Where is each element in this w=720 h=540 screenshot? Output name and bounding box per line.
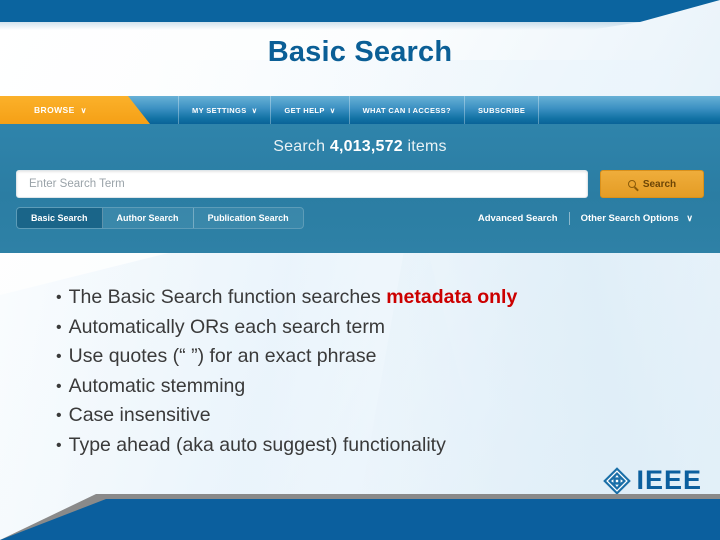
bullet-dot: •: [56, 289, 62, 306]
bullet-dot: •: [56, 407, 62, 424]
list-item-text: Type ahead (aka auto suggest) functional…: [68, 433, 446, 456]
nav-item-my-settings[interactable]: MY SETTINGS ∨: [178, 96, 270, 124]
magnifier-icon: [627, 180, 636, 188]
nav-item-subscribe[interactable]: SUBSCRIBE: [463, 96, 540, 124]
tab-publication-search-label: Publication Search: [207, 213, 289, 223]
bullet-list: • The Basic Search function searches meta…: [56, 283, 676, 460]
list-item-text: The Basic Search function searches: [68, 286, 387, 308]
chevron-down-icon: ∨: [329, 105, 336, 115]
search-secondary-links: Advanced Search Other Search Options ∨: [467, 211, 704, 225]
search-button[interactable]: Search: [600, 170, 704, 198]
tab-basic-search[interactable]: Basic Search: [17, 208, 103, 228]
nav-item-get-help-label: GET HELP: [284, 105, 325, 115]
bullet-dot: •: [56, 348, 62, 365]
chevron-down-icon: ∨: [686, 212, 693, 223]
bullet-dot: •: [56, 377, 62, 395]
tab-basic-search-label: Basic Search: [31, 213, 88, 223]
list-item-text: Automatically ORs each search term: [68, 315, 386, 338]
search-item-count: 4,013,572: [329, 138, 403, 155]
bullet-dot: •: [56, 436, 62, 454]
ieee-wordmark: IEEE: [636, 465, 702, 495]
search-hero-panel: Search 4,013,572 items Enter Search Term…: [0, 124, 720, 253]
other-search-options-label: Other Search Options: [580, 212, 679, 224]
nav-item-my-settings-label: MY SETTINGS: [192, 105, 247, 115]
list-item: • The Basic Search function searches meta…: [56, 283, 676, 313]
footer-blue-band: [0, 499, 720, 540]
nav-item-list: MY SETTINGS ∨ GET HELP ∨ WHAT CAN I ACCE…: [178, 96, 540, 124]
search-button-label: Search: [642, 178, 677, 190]
chevron-down-icon: ∨: [80, 105, 87, 115]
list-item-text: Case insensitive: [68, 404, 211, 426]
nav-item-get-help[interactable]: GET HELP ∨: [270, 96, 348, 124]
list-item-highlight: metadata only: [386, 286, 518, 308]
nav-item-what-can-i-access-label: WHAT CAN I ACCESS?: [362, 105, 451, 115]
list-item: • Use quotes (“ ”) for an exact phrase: [56, 342, 676, 372]
primary-navbar: BROWSE ∨ MY SETTINGS ∨ GET HELP ∨ WHAT C…: [0, 96, 720, 124]
tab-publication-search[interactable]: Publication Search: [194, 208, 303, 228]
list-item: • Automatic stemming: [56, 372, 676, 402]
xplore-app-screenshot: BROWSE ∨ MY SETTINGS ∨ GET HELP ∨ WHAT C…: [0, 96, 720, 253]
search-count-heading: Search 4,013,572 items: [0, 138, 720, 156]
search-input-placeholder: Enter Search Term: [29, 178, 125, 190]
nav-item-browse[interactable]: BROWSE ∨: [0, 96, 150, 124]
bullet-dot: •: [56, 318, 62, 336]
top-band-shadow: [0, 22, 640, 30]
chevron-down-icon: ∨: [251, 105, 258, 115]
nav-item-what-can-i-access[interactable]: WHAT CAN I ACCESS?: [348, 96, 464, 124]
advanced-search-label: Advanced Search: [477, 212, 558, 224]
ieee-logo: IEEE: [602, 465, 702, 496]
list-item: • Type ahead (aka auto suggest) functiona…: [56, 431, 676, 461]
search-count-suffix: items: [402, 138, 447, 155]
search-count-prefix: Search: [273, 138, 330, 155]
nav-item-subscribe-label: SUBSCRIBE: [477, 105, 526, 115]
tab-author-search-label: Author Search: [116, 213, 179, 223]
list-item-text: Automatic stemming: [68, 374, 246, 397]
search-row: Enter Search Term Search: [16, 170, 704, 198]
tab-author-search[interactable]: Author Search: [103, 208, 194, 228]
other-search-options-link[interactable]: Other Search Options ∨: [570, 213, 704, 224]
nav-item-browse-label: BROWSE: [34, 105, 75, 115]
search-tabs-row: Basic Search Author Search Publication S…: [16, 207, 704, 229]
slide-canvas: Basic Search BROWSE ∨ MY SETTINGS ∨ GET …: [0, 0, 720, 540]
advanced-search-link[interactable]: Advanced Search: [467, 213, 569, 224]
top-blue-band: [0, 0, 720, 22]
ieee-diamond-icon: [603, 466, 632, 495]
search-input[interactable]: Enter Search Term: [16, 170, 588, 198]
search-tab-group: Basic Search Author Search Publication S…: [16, 207, 304, 229]
page-title: Basic Search: [267, 36, 453, 68]
list-item: • Automatically ORs each search term: [56, 313, 676, 343]
list-item: • Case insensitive: [56, 401, 676, 431]
list-item-text: Use quotes (“ ”) for an exact phrase: [68, 345, 377, 367]
